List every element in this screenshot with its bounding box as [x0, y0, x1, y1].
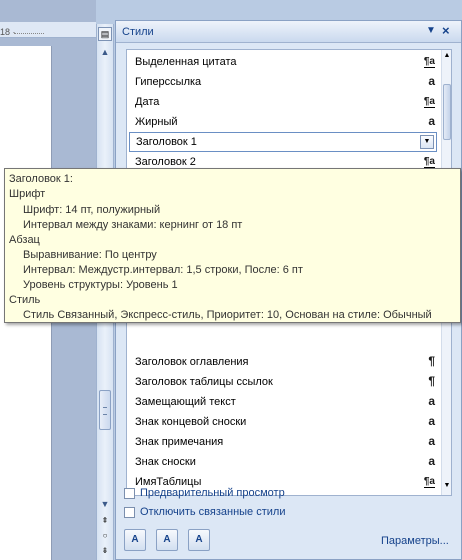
tooltip-style-section: Стиль — [9, 294, 41, 306]
scroll-down-arrow-icon[interactable]: ▼ — [442, 482, 451, 489]
tooltip-style-line: Стиль Связанный, Экспресс-стиль, Приорит… — [23, 309, 432, 321]
tooltip-align-line: Выравнивание: По центру — [23, 249, 157, 261]
preview-checkbox[interactable]: Предварительный просмотр — [124, 486, 304, 502]
tooltip-spacing-line: Интервал между знаками: кернинг от 18 пт — [23, 219, 243, 231]
parameters-link[interactable]: Параметры... — [381, 535, 449, 547]
previous-page-icon[interactable]: ⇞ — [99, 515, 111, 527]
list-item[interactable]: Гиперссылка a — [127, 72, 441, 92]
style-label: Замещающий текст — [135, 396, 236, 408]
disable-linked-styles-label: Отключить связанные стили — [140, 506, 286, 518]
list-item[interactable]: Знак примечания a — [127, 432, 441, 452]
checkbox-box[interactable] — [124, 488, 135, 499]
ruler-toggle-icon[interactable]: ▤ — [98, 27, 112, 41]
style-label: Дата — [135, 96, 160, 108]
list-item-selected[interactable]: Заголовок 1 ▼ — [129, 132, 437, 152]
char-style-icon: a — [428, 74, 435, 88]
dropdown-arrow-icon[interactable]: ▼ — [426, 25, 436, 36]
new-style-button[interactable]: A — [124, 529, 146, 551]
close-icon[interactable]: × — [442, 23, 450, 38]
preview-label: Предварительный просмотр — [140, 487, 285, 499]
list-scroll-thumb[interactable] — [443, 84, 451, 140]
style-label: Знак сноски — [135, 456, 196, 468]
style-label: Жирный — [135, 116, 178, 128]
paragraph-style-icon: ¶ — [428, 374, 435, 388]
style-label: Выделенная цитата — [135, 56, 237, 68]
paragraph-char-style-icon: ¶a — [423, 476, 435, 488]
list-item[interactable]: Заголовок оглавления ¶ — [127, 352, 441, 372]
style-label: Заголовок 1 — [136, 136, 197, 148]
style-label: Знак концевой сноски — [135, 416, 247, 428]
char-style-icon: a — [428, 394, 435, 408]
style-label: Заголовок 2 — [135, 156, 196, 168]
style-inspector-button[interactable]: A — [156, 529, 178, 551]
style-label: Знак примечания — [135, 436, 224, 448]
scroll-up-arrow-icon[interactable]: ▲ — [442, 52, 451, 59]
char-style-icon: a — [428, 414, 435, 428]
tooltip-font-section: Шрифт — [9, 188, 46, 200]
list-item[interactable]: Заголовок таблицы ссылок ¶ — [127, 372, 441, 392]
paragraph-style-icon: ¶ — [428, 354, 435, 368]
style-label: Гиперссылка — [135, 76, 202, 88]
style-label: Заголовок оглавления — [135, 356, 249, 368]
list-item[interactable]: Дата ¶a — [127, 92, 441, 112]
document-scroll-thumb[interactable] — [99, 390, 111, 430]
list-item[interactable]: Знак сноски a — [127, 452, 441, 472]
tooltip-level-line: Уровень структуры: Уровень 1 — [23, 279, 178, 291]
list-item[interactable]: Знак концевой сноски a — [127, 412, 441, 432]
next-page-icon[interactable]: ⇟ — [99, 545, 111, 557]
style-label: Заголовок таблицы ссылок — [135, 376, 273, 388]
scroll-down-arrow-icon[interactable]: ▼ — [99, 498, 111, 510]
char-style-icon: a — [428, 454, 435, 468]
chevron-down-icon[interactable]: ▼ — [420, 135, 434, 149]
scroll-up-arrow-icon[interactable]: ▲ — [99, 46, 111, 58]
tooltip-interval-line: Интервал: Междустр.интервал: 1,5 строки,… — [23, 264, 303, 276]
tooltip-font-line: Шрифт: 14 пт, полужирный — [23, 204, 161, 216]
char-style-icon: a — [428, 114, 435, 128]
disable-linked-styles-checkbox[interactable]: Отключить связанные стили — [124, 505, 304, 521]
paragraph-char-style-icon: ¶a — [423, 156, 435, 168]
pane-title: Стили — [122, 26, 154, 38]
tooltip-paragraph-section: Абзац — [9, 234, 40, 246]
paragraph-char-style-icon: ¶a — [423, 96, 435, 108]
manage-styles-button[interactable]: A — [188, 529, 210, 551]
list-item[interactable]: Замещающий текст a — [127, 392, 441, 412]
ruler-marks — [14, 33, 44, 34]
char-style-icon: a — [428, 434, 435, 448]
list-item[interactable]: Выделенная цитата ¶a — [127, 52, 441, 72]
browse-object-icon[interactable]: ○ — [99, 530, 111, 542]
paragraph-char-style-icon: ¶a — [423, 56, 435, 68]
pane-header: Стили ▼ × — [116, 21, 461, 43]
style-tooltip: Заголовок 1: Шрифт Шрифт: 14 пт, полужир… — [4, 168, 461, 323]
tooltip-heading: Заголовок 1: — [9, 173, 73, 185]
checkbox-box[interactable] — [124, 507, 135, 518]
ruler-number: 18 · — [0, 27, 16, 37]
list-item[interactable]: Жирный a — [127, 112, 441, 132]
